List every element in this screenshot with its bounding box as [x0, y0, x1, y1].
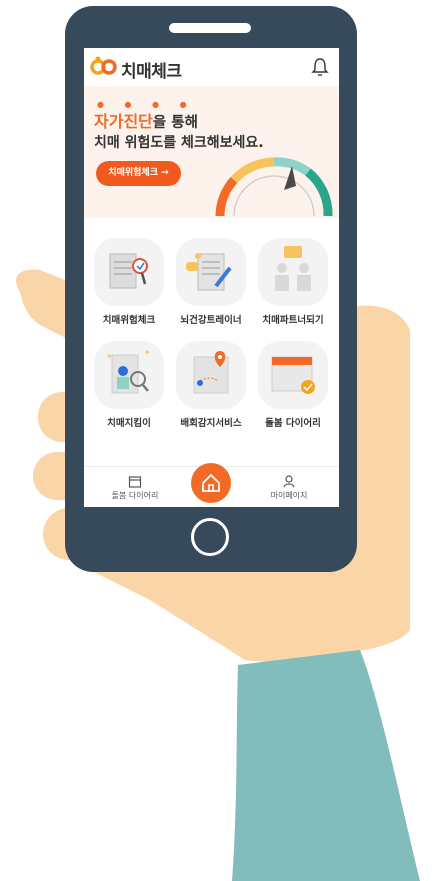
banner-headline-rest: 을 통해: [152, 115, 198, 131]
calendar-icon: [271, 356, 315, 394]
menu-item-risk-check[interactable]: 치매위험체크: [88, 238, 170, 326]
calendar-icon: [128, 476, 142, 488]
app-title: 치매체크: [121, 62, 182, 82]
nav-my-page-label: 마이페이지: [270, 491, 308, 500]
menu-item-label: 치매위험체크: [102, 315, 156, 326]
phone-speaker: [169, 23, 251, 33]
menu-item-dementia-partner[interactable]: 치매파트너되기: [252, 238, 334, 326]
menu-item-label: 치매지킴이: [107, 418, 151, 429]
risk-check-tile: [94, 238, 164, 306]
banner-subline: 치매 위험도를 체크해보세요.: [94, 135, 264, 151]
app-screen: 치매체크 ● ● ● ● 자가진단을 통해 치매 위험도를 체크해보세요. 치매…: [84, 48, 339, 507]
menu-item-label: 뇌건강트레이너: [180, 315, 242, 326]
banner-headline: 자가진단을 통해: [94, 108, 198, 132]
home-icon: [202, 473, 220, 492]
phone-home-button[interactable]: [191, 518, 229, 556]
banner-highlight: 자가진단: [94, 112, 153, 131]
svg-text:✦: ✦: [106, 352, 113, 361]
menu-item-brain-trainer[interactable]: 뇌건강트레이너: [170, 238, 252, 326]
menu-item-label: 배회감지서비스: [180, 418, 242, 429]
dementia-risk-check-button[interactable]: 치매위험체크 →: [96, 161, 181, 186]
bell-icon[interactable]: [311, 57, 329, 77]
risk-gauge-icon: [215, 157, 333, 217]
notebook-pencil-icon: [186, 253, 232, 291]
wandering-detection-tile: [176, 341, 246, 409]
menu-item-wandering-detection[interactable]: 배회감지서비스: [170, 341, 252, 429]
checklist-magnifier-icon: [109, 253, 148, 289]
dementia-partner-tile: [258, 238, 328, 306]
person-magnifier-icon: ✦ ✦: [106, 348, 151, 394]
dementia-guardian-tile: ✦ ✦: [94, 341, 164, 409]
nav-care-diary-label: 돌봄 다이어리: [111, 491, 159, 500]
menu-item-care-diary[interactable]: 돌봄 다이어리: [252, 341, 334, 429]
menu-item-label: 치매파트너되기: [262, 315, 324, 326]
people-talk-icon: [275, 246, 311, 291]
menu-item-label: 돌봄 다이어리: [265, 418, 321, 429]
person-icon: [283, 475, 295, 488]
brain-trainer-tile: [176, 238, 246, 306]
nav-my-page[interactable]: 마이페이지: [259, 474, 319, 501]
nav-care-diary[interactable]: 돌봄 다이어리: [106, 474, 164, 501]
home-button[interactable]: [191, 463, 231, 503]
self-diagnosis-banner: ● ● ● ● 자가진단을 통해 치매 위험도를 체크해보세요. 치매위험체크 …: [84, 86, 339, 218]
app-header: 치매체크: [84, 48, 339, 86]
svg-text:✦: ✦: [144, 348, 151, 357]
logo-icon: [90, 56, 117, 75]
menu-item-dementia-guardian[interactable]: ✦ ✦ 치매지킴이: [88, 341, 170, 429]
care-diary-tile: [258, 341, 328, 409]
map-pin-icon: [193, 351, 229, 394]
phone-device: 치매체크 ● ● ● ● 자가진단을 통해 치매 위험도를 체크해보세요. 치매…: [65, 6, 357, 572]
